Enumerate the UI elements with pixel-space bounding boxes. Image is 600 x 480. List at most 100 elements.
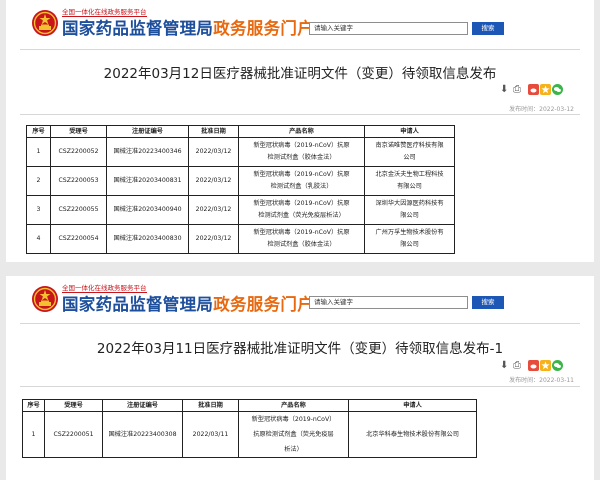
header-divider [20,49,580,50]
cell-line: 检测试剂盒（乳胶法） [270,183,333,190]
platform-tagline[interactable]: 全国一体化在线政务服务平台 [62,8,147,17]
cell-date: 2022/03/12 [188,137,239,167]
col-header-no: 序号 [22,399,45,412]
site-logo-text[interactable]: 国家药品监督管理局政务服务门户 [62,19,314,39]
cell-line: 检测试剂盒（荧光免疫层析法） [258,212,345,219]
cell-no: 3 [26,195,51,225]
table-header-row: 序号 受理号 注册证编号 批准日期 产品名称 申请人 [22,399,477,412]
cell-line: 新型冠状病毒（2019-nCoV）抗原 [253,141,350,149]
page-title: 2022年03月12日医疗器械批准证明文件（变更）待领取信息发布 [103,66,497,82]
site-name-portal: 政务服务门户 [213,295,315,314]
site-name-portal: 政务服务门户 [213,19,315,38]
download-icon[interactable]: ⬇ [500,360,511,371]
notice-panel-1: 全国一体化在线政务服务平台 国家药品监督管理局政务服务门户 请输入关键字 搜索 … [6,0,594,262]
approval-table: 序号 受理号 注册证编号 批准日期 产品名称 申请人 1 CSZ2200051 … [22,399,477,458]
publish-date: 发布时间：2022-03-12 [509,106,574,113]
table-row: 1 CSZ2200051 国械注准20223400308 2022/03/11 … [22,411,477,458]
cell-date: 2022/03/12 [188,195,239,225]
cell-date: 2022/03/11 [182,411,239,458]
cell-line: 南京诺唯赞医疗科技有限 [375,141,444,149]
search-button[interactable]: 搜索 [472,22,504,35]
cell-line: 新型冠状病毒（2019-nCoV）抗原 [253,228,350,236]
cell-accept: CSZ2200053 [50,166,107,196]
cell-line: 有限公司 [397,183,422,190]
cell-accept: CSZ2200054 [50,224,107,254]
cell-applicant: 北京金沃夫生物工程科技 有限公司 [364,166,455,196]
print-icon[interactable]: ⎙ [513,360,524,371]
approval-table: 序号 受理号 注册证编号 批准日期 产品名称 申请人 1 CSZ2200052 … [26,125,455,254]
cell-no: 4 [26,224,51,254]
cell-line: 析法） [284,446,303,453]
publish-date: 发布时间：2022-03-11 [509,377,574,384]
cell-no: 1 [26,137,51,167]
cell-product: 新型冠状病毒（2019-nCoV）抗原 检测试剂盒（胶体金法） [238,137,365,167]
site-header: 全国一体化在线政务服务平台 国家药品监督管理局政务服务门户 请输入关键字 搜索 [6,0,594,48]
cell-line: 限公司 [400,212,419,219]
qzone-icon[interactable] [540,84,551,95]
download-icon[interactable]: ⬇ [500,84,511,95]
cell-accept: CSZ2200051 [44,411,103,458]
site-header: 全国一体化在线政务服务平台 国家药品监督管理局政务服务门户 请输入关键字 搜索 [6,276,594,324]
print-icon[interactable]: ⎙ [513,84,524,95]
weibo-icon[interactable] [528,84,539,95]
cell-line: 检测试剂盒（胶体金法） [267,154,336,161]
cell-applicant: 北京华科泰生物技术股份有限公司 [348,411,477,458]
cell-line: 检测试剂盒（胶体金法） [267,241,336,248]
col-header-product: 产品名称 [238,125,365,138]
table-header-row: 序号 受理号 注册证编号 批准日期 产品名称 申请人 [26,125,455,138]
table-row: 1 CSZ2200052 国械注准20223400346 2022/03/12 … [26,137,455,167]
header-divider [20,323,580,324]
platform-tagline[interactable]: 全国一体化在线政务服务平台 [62,284,147,293]
cell-applicant: 深圳华大因源医药科技有 限公司 [364,195,455,225]
weibo-icon[interactable] [528,360,539,371]
site-logo-text[interactable]: 国家药品监督管理局政务服务门户 [62,295,314,315]
qzone-icon[interactable] [540,360,551,371]
wechat-icon[interactable] [552,360,563,371]
cell-product: 新型冠状病毒（2019-nCoV）抗原检测试剂盒（荧光免疫层析法） [238,195,365,225]
cell-line: 限公司 [400,241,419,248]
cell-line: 新型冠状病毒（2019-nCoV） [251,416,336,423]
cell-product: 新型冠状病毒（2019-nCoV） 抗原检测试剂盒（荧光免疫层析法） [238,411,349,458]
share-toolbar: ⬇ ⎙ [500,360,570,372]
cell-applicant: 广州万孚生物技术股份有 限公司 [364,224,455,254]
col-header-date: 批准日期 [188,125,239,138]
cell-line: 深圳华大因源医药科技有 [375,199,444,207]
cell-line: 广州万孚生物技术股份有 [375,228,444,236]
share-toolbar: ⬇ ⎙ [500,84,570,96]
col-header-product: 产品名称 [238,399,349,412]
cell-no: 1 [22,411,45,458]
national-emblem-icon[interactable] [31,285,59,313]
title-divider [20,114,580,115]
cell-reg: 国械注准20223400308 [102,411,183,458]
title-divider [20,386,580,387]
cell-reg: 国械注准20203400831 [106,166,189,196]
col-header-applicant: 申请人 [364,125,455,138]
cell-reg: 国械注准20203400830 [106,224,189,254]
notice-panel-2: 全国一体化在线政务服务平台 国家药品监督管理局政务服务门户 请输入关键字 搜索 … [6,276,594,480]
cell-line: 抗原检测试剂盒（荧光免疫层 [253,431,334,438]
site-name-agency: 国家药品监督管理局 [62,19,214,38]
search-button[interactable]: 搜索 [472,296,504,309]
search-input[interactable]: 请输入关键字 [309,22,468,35]
table-row: 2 CSZ2200053 国械注准20203400831 2022/03/12 … [26,166,455,196]
col-header-date: 批准日期 [182,399,239,412]
cell-date: 2022/03/12 [188,166,239,196]
cell-accept: CSZ2200055 [50,195,107,225]
col-header-reg: 注册证编号 [102,399,183,412]
cell-line: 公司 [403,154,416,161]
search-input[interactable]: 请输入关键字 [309,296,468,309]
cell-product: 新型冠状病毒（2019-nCoV）抗原 检测试剂盒（胶体金法） [238,224,365,254]
col-header-applicant: 申请人 [348,399,477,412]
cell-product: 新型冠状病毒（2019-nCoV）抗原 检测试剂盒（乳胶法） [238,166,365,196]
national-emblem-icon[interactable] [31,9,59,37]
cell-line: 北京金沃夫生物工程科技 [375,170,444,178]
cell-reg: 国械注准20223400346 [106,137,189,167]
col-header-accept: 受理号 [50,125,107,138]
col-header-no: 序号 [26,125,51,138]
col-header-accept: 受理号 [44,399,103,412]
cell-date: 2022/03/12 [188,224,239,254]
cell-accept: CSZ2200052 [50,137,107,167]
table-row: 3 CSZ2200055 国械注准20203400940 2022/03/12 … [26,195,455,225]
wechat-icon[interactable] [552,84,563,95]
cell-line: 新型冠状病毒（2019-nCoV）抗原 [253,170,350,178]
